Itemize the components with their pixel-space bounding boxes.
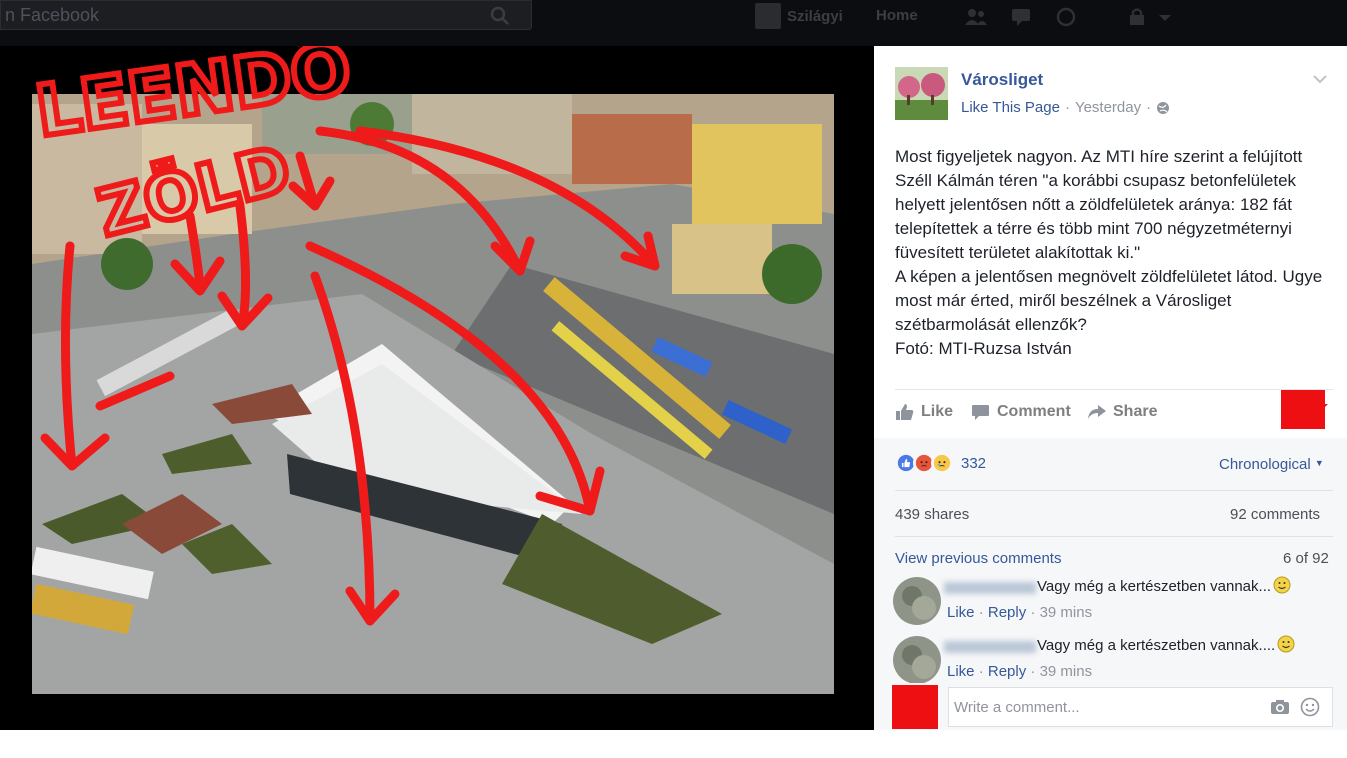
- comment-composer: [874, 683, 1347, 730]
- profile-link[interactable]: Szilágyi: [755, 2, 843, 30]
- share-label: Share: [1113, 403, 1158, 420]
- globe-icon[interactable]: [1052, 6, 1080, 28]
- post-time[interactable]: Yesterday: [1075, 99, 1141, 116]
- sort-label: Chronological: [1219, 456, 1311, 473]
- post-options-chevron-icon[interactable]: [1312, 73, 1328, 85]
- commenter-name-blurred[interactable]: [944, 641, 1036, 653]
- smiley-icon: [1273, 576, 1291, 594]
- friends-icon[interactable]: [962, 6, 990, 28]
- share-button[interactable]: Share: [1087, 401, 1157, 423]
- divider: [895, 490, 1333, 491]
- thumbs-up-icon: [896, 404, 914, 420]
- comments-section: 332 Chronological ▼ 439 shares 92 commen…: [874, 438, 1347, 730]
- photo-viewer: LEENDŐ ZÖLD: [0, 46, 874, 730]
- red-annotation: LEENDŐ ZÖLD: [28, 46, 660, 626]
- meta-dot: ·: [1030, 663, 1036, 680]
- comment-reply-link[interactable]: Reply: [988, 663, 1026, 680]
- camera-icon[interactable]: [1270, 699, 1290, 715]
- page-name[interactable]: Városliget: [961, 70, 1043, 90]
- comment-item: Vagy még a kertészetben vannak... Like ·…: [874, 576, 1347, 634]
- comment-like-link[interactable]: Like: [947, 604, 975, 621]
- comment-icon: [972, 405, 989, 420]
- like-label: Like: [921, 403, 954, 420]
- sort-dropdown[interactable]: Chronological ▼: [1219, 456, 1324, 473]
- view-previous-comments-link[interactable]: View previous comments: [895, 550, 1061, 567]
- comment-time[interactable]: 39 mins: [1040, 604, 1093, 621]
- commenter-avatar[interactable]: [892, 576, 942, 626]
- comment-time[interactable]: 39 mins: [1040, 663, 1093, 680]
- post-panel: Városliget Like This Page · Yesterday · …: [874, 46, 1347, 730]
- comment-box[interactable]: [948, 687, 1333, 727]
- reactions-summary[interactable]: 332: [895, 452, 986, 474]
- meta-dot: ·: [1064, 99, 1070, 116]
- profile-name: Szilágyi: [787, 7, 843, 25]
- reaction-count[interactable]: 332: [961, 455, 986, 472]
- page-avatar[interactable]: [895, 67, 948, 120]
- comment-reply-link[interactable]: Reply: [988, 604, 1026, 621]
- comment-item: Vagy még a kertészetben vannak.... Like …: [874, 635, 1347, 683]
- sort-caret-icon: ▼: [1314, 458, 1324, 468]
- like-button[interactable]: Like: [895, 401, 953, 423]
- post-text: Most figyeljetek nagyon. Az MTI híre sze…: [895, 147, 1323, 358]
- chevron-down-icon[interactable]: [1156, 6, 1174, 28]
- meta-dot: ·: [1146, 99, 1152, 116]
- comment-label: Comment: [997, 403, 1071, 420]
- comment-text: Vagy még a kertészetben vannak....: [1037, 635, 1295, 654]
- redacted-avatar: [892, 685, 938, 729]
- search-icon[interactable]: [489, 5, 511, 27]
- meta-dot: ·: [978, 604, 984, 621]
- sad-reaction-icon: [931, 452, 953, 474]
- redacted-avatar: [1281, 390, 1325, 429]
- comment-text-content: Vagy még a kertészetben vannak...: [1037, 578, 1272, 595]
- meta-dot: ·: [978, 663, 984, 680]
- comment-meta: Like · Reply · 39 mins: [947, 604, 1092, 621]
- avatar: [755, 3, 781, 29]
- messages-icon[interactable]: [1008, 6, 1036, 28]
- comment-text-content: Vagy még a kertészetben vannak....: [1037, 637, 1276, 654]
- comments-count[interactable]: 92 comments: [1230, 506, 1320, 523]
- commenter-name-blurred[interactable]: [944, 582, 1036, 594]
- divider: [895, 389, 1333, 390]
- meta-dot: ·: [1030, 604, 1036, 621]
- top-bar: Szilágyi Home: [0, 0, 1347, 46]
- divider: [895, 536, 1333, 537]
- share-arrow-icon: [1088, 405, 1106, 419]
- emoji-icon[interactable]: [1300, 697, 1320, 717]
- lock-icon[interactable]: [1124, 6, 1152, 28]
- comment-page-count: 6 of 92: [1283, 550, 1329, 567]
- home-link[interactable]: Home: [876, 7, 918, 24]
- comment-text: Vagy még a kertészetben vannak...: [1037, 576, 1291, 595]
- public-globe-icon: [1157, 101, 1170, 114]
- shares-count[interactable]: 439 shares: [895, 506, 969, 523]
- post-meta: Like This Page · Yesterday ·: [961, 99, 1170, 116]
- search-input[interactable]: [5, 4, 475, 26]
- comment-button[interactable]: Comment: [971, 401, 1071, 423]
- search-bar[interactable]: [0, 0, 532, 30]
- annotation-line1: LEENDŐ: [31, 46, 356, 153]
- comment-meta: Like · Reply · 39 mins: [947, 663, 1092, 680]
- chevron-down-icon[interactable]: [1320, 402, 1328, 410]
- smiley-icon: [1277, 635, 1295, 653]
- comment-input[interactable]: [954, 694, 1254, 720]
- comment-like-link[interactable]: Like: [947, 663, 975, 680]
- like-page-link[interactable]: Like This Page: [961, 99, 1060, 116]
- commenter-avatar[interactable]: [892, 635, 942, 683]
